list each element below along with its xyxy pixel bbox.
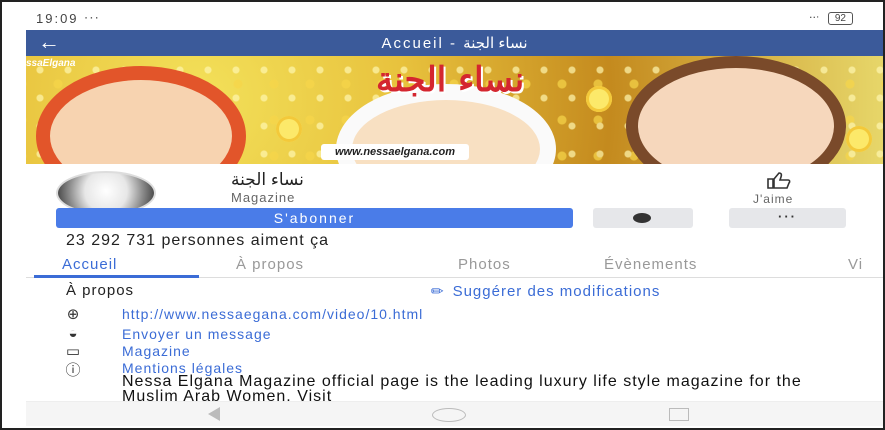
tab-videos[interactable]: Vi bbox=[848, 256, 863, 273]
page-category: Magazine bbox=[231, 190, 296, 205]
system-back-icon[interactable] bbox=[208, 407, 220, 421]
messenger-button[interactable] bbox=[593, 208, 693, 228]
messenger-icon bbox=[633, 213, 651, 223]
status-time: 19:09 ᐧᐧᐧ bbox=[36, 11, 101, 26]
pencil-icon: ✎ bbox=[427, 280, 449, 303]
battery-icon: 92 bbox=[827, 12, 853, 25]
cover-brand-corner: ssaElgana bbox=[26, 58, 76, 69]
page-tabs: Accueil À propos Photos Évènements Vi bbox=[26, 250, 883, 278]
system-home-icon[interactable] bbox=[432, 408, 466, 422]
tab-a-propos[interactable]: À propos bbox=[236, 256, 304, 273]
flower-decoration bbox=[276, 116, 302, 142]
likes-count: 23 292 731 personnes aiment ça bbox=[66, 232, 330, 249]
screenshot-frame: 19:09 ᐧᐧᐧ ‧‧ᐧ 92 ← Accueil - نساء الجنة … bbox=[0, 0, 885, 430]
page-description: Nessa Elgana Magazine official page is t… bbox=[122, 373, 802, 405]
category-icon: ▭ bbox=[65, 343, 81, 360]
status-right: ‧‧ᐧ 92 bbox=[809, 11, 853, 25]
top-nav-bar: ← Accueil - نساء الجنة bbox=[26, 30, 883, 56]
page-title: Accueil - نساء الجنة bbox=[381, 35, 528, 52]
status-bar: 19:09 ᐧᐧᐧ ‧‧ᐧ 92 bbox=[26, 8, 883, 30]
globe-icon: ⊕ bbox=[66, 306, 80, 323]
suggest-edits-link[interactable]: ✎ Suggérer des modifications bbox=[427, 281, 661, 303]
send-message-link[interactable]: Envoyer un message bbox=[122, 326, 272, 342]
page-name: نساء الجنة bbox=[231, 170, 304, 189]
follow-button[interactable]: S'abonner bbox=[56, 208, 573, 228]
tab-accueil[interactable]: Accueil bbox=[62, 256, 117, 273]
tab-evenements[interactable]: Évènements bbox=[604, 256, 697, 273]
like-label[interactable]: J'aime bbox=[753, 192, 793, 206]
signal-icon: ‧‧ᐧ bbox=[809, 12, 819, 24]
thumbs-up-icon[interactable] bbox=[766, 171, 794, 189]
more-button[interactable]: ··· bbox=[729, 208, 846, 228]
cover-logo: نساء الجنة bbox=[376, 60, 525, 100]
cover-photo[interactable]: ssaElgana نساء الجنة www.nessaelgana.com bbox=[26, 56, 883, 164]
system-recent-apps-icon[interactable] bbox=[669, 408, 689, 421]
website-link[interactable]: http://www.nessaegana.com/video/10.html bbox=[122, 306, 423, 322]
info-icon: ⓘ bbox=[65, 362, 81, 379]
system-navigation-bar bbox=[26, 401, 883, 426]
active-tab-indicator bbox=[34, 275, 199, 278]
flower-decoration bbox=[846, 126, 872, 152]
suggest-edits-label: Suggérer des modifications bbox=[452, 283, 661, 300]
cover-url: www.nessaelgana.com bbox=[321, 144, 470, 160]
phone-screen: 19:09 ᐧᐧᐧ ‧‧ᐧ 92 ← Accueil - نساء الجنة … bbox=[26, 8, 883, 426]
messenger-icon: ◒ bbox=[68, 325, 78, 342]
flower-decoration bbox=[586, 86, 612, 112]
about-heading: À propos bbox=[66, 282, 135, 299]
category-link[interactable]: Magazine bbox=[122, 343, 191, 359]
tab-photos[interactable]: Photos bbox=[458, 256, 511, 273]
